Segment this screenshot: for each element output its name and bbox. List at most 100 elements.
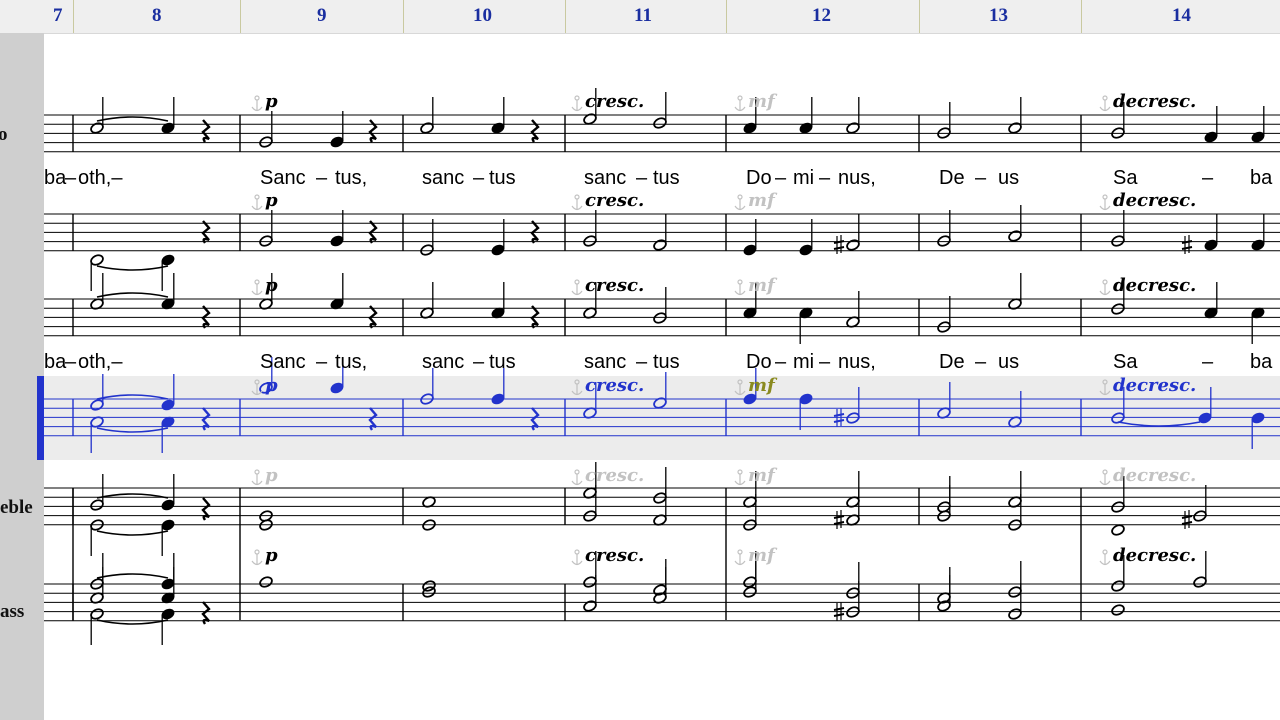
anchor-icon[interactable] [1099,95,1111,112]
half-note[interactable] [846,581,861,619]
lyric-syllable[interactable]: nus, [838,167,876,189]
quarter-note[interactable] [161,474,176,512]
lyric-syllable[interactable]: – [636,167,648,189]
half-note[interactable] [420,282,435,320]
anchor-icon[interactable] [734,95,746,112]
anchor-icon[interactable] [1099,549,1111,566]
lyric-syllable[interactable]: Sa [1113,167,1138,189]
lyric-syllable[interactable]: – [316,167,328,189]
dynamic-mf[interactable]: mf [748,465,778,486]
lyric-syllable[interactable]: Sa [1113,351,1138,373]
lyric-syllable[interactable]: Sanc [260,351,306,373]
lyric-syllable[interactable]: – [65,351,77,373]
quarter-note[interactable] [161,607,176,645]
anchor-icon[interactable] [251,549,263,566]
quarter-note[interactable] [491,219,506,257]
half-note[interactable] [653,489,668,527]
anchor-icon[interactable] [734,549,746,566]
notehead[interactable] [259,575,274,588]
tie[interactable] [96,530,169,536]
lyric-syllable[interactable]: tus [653,167,680,189]
lyric-syllable[interactable]: – [65,167,77,189]
quarter-rest[interactable] [201,601,211,625]
dynamic-p[interactable]: p [265,91,278,112]
dynamic-p[interactable]: p [265,190,278,211]
anchor-icon[interactable] [251,194,263,211]
quarter-note[interactable] [799,97,814,135]
lyric-syllable[interactable]: tus [489,167,516,189]
half-note[interactable] [937,485,952,523]
lyric-syllable[interactable]: ba [1250,167,1273,189]
dynamic-cresc[interactable]: cresc. [585,190,644,211]
half-note[interactable] [90,97,105,135]
dynamic-cresc[interactable]: cresc. [585,545,644,566]
anchor-icon[interactable] [571,549,583,566]
quarter-note[interactable] [330,111,345,149]
lyric-syllable[interactable]: – [1202,167,1214,189]
staff-soprano[interactable] [44,114,1280,153]
lyric-syllable[interactable]: – [316,351,328,373]
quarter-note[interactable] [491,97,506,135]
lyric-syllable[interactable]: – [636,351,648,373]
lyric-syllable[interactable]: – [775,167,787,189]
staff-label-soprano[interactable]: o [0,124,8,146]
half-note[interactable] [1111,603,1126,616]
half-note[interactable] [653,287,668,325]
sharp-accidental[interactable] [833,510,845,529]
tie[interactable] [96,292,169,298]
dynamic-decresc[interactable]: decresc. [1113,275,1196,296]
quarter-note[interactable] [1251,106,1266,144]
half-note[interactable] [1008,583,1023,621]
lyric-syllable[interactable]: sanc [422,167,464,189]
dynamic-decresc[interactable]: decresc. [1113,91,1196,112]
quarter-note[interactable] [1204,282,1219,320]
score-canvas[interactable]: ba– oth,– Sanc – tus, sanc – tus sanc – tus Do – mi – n… [0,0,1280,720]
dynamic-mf[interactable]: mf [748,545,778,566]
selected-staff-highlight[interactable] [37,376,1280,460]
staff-label-treble[interactable]: eble [0,497,33,519]
lyric-syllable[interactable]: Do [746,351,772,373]
lyric-syllable[interactable]: sanc [584,351,626,373]
quarter-note[interactable] [1204,106,1219,144]
dynamic-decresc[interactable]: decresc. [1113,465,1196,486]
quarter-rest[interactable] [368,119,378,143]
quarter-note[interactable] [161,518,176,556]
dynamic-cresc[interactable]: cresc. [585,375,644,396]
half-note[interactable] [937,102,952,140]
quarter-note[interactable] [1251,306,1266,344]
lyric-syllable[interactable]: De [939,351,965,373]
lyric-syllable[interactable]: tus, [335,351,367,373]
lyric-syllable[interactable]: ba [44,167,67,189]
lyric-syllable[interactable]: Sanc [260,167,306,189]
half-note[interactable] [937,296,952,334]
anchor-icon[interactable] [1099,194,1111,211]
half-note[interactable] [90,607,105,645]
lyric-syllable[interactable]: nus, [838,351,876,373]
quarter-note[interactable] [743,219,758,257]
dynamic-decresc[interactable]: decresc. [1113,545,1196,566]
notehead[interactable] [1111,523,1126,536]
half-note[interactable] [846,291,861,329]
quarter-note[interactable] [161,97,176,135]
dynamic-p[interactable]: p [265,545,278,566]
half-note[interactable] [1008,205,1023,243]
lyric-syllable[interactable]: oth,– [78,167,123,189]
lyric-syllable[interactable]: – [819,167,831,189]
tie[interactable] [96,265,169,271]
dynamic-mf[interactable]: mf [748,190,778,211]
half-note[interactable] [1193,485,1208,523]
anchor-icon[interactable] [571,95,583,112]
half-note[interactable] [846,489,861,527]
lyric-syllable[interactable]: ba [44,351,67,373]
lyric-syllable[interactable]: Do [746,167,772,189]
anchor-icon[interactable] [1099,469,1111,486]
quarter-note[interactable] [330,273,345,311]
lyric-syllable[interactable]: oth,– [78,351,123,373]
quarter-note[interactable] [491,282,506,320]
anchor-icon[interactable] [571,279,583,296]
lyric-syllable[interactable]: us [998,351,1019,373]
anchor-icon[interactable] [571,194,583,211]
half-note[interactable] [90,518,105,556]
lyric-syllable[interactable]: – [473,351,485,373]
quarter-note[interactable] [799,306,814,344]
